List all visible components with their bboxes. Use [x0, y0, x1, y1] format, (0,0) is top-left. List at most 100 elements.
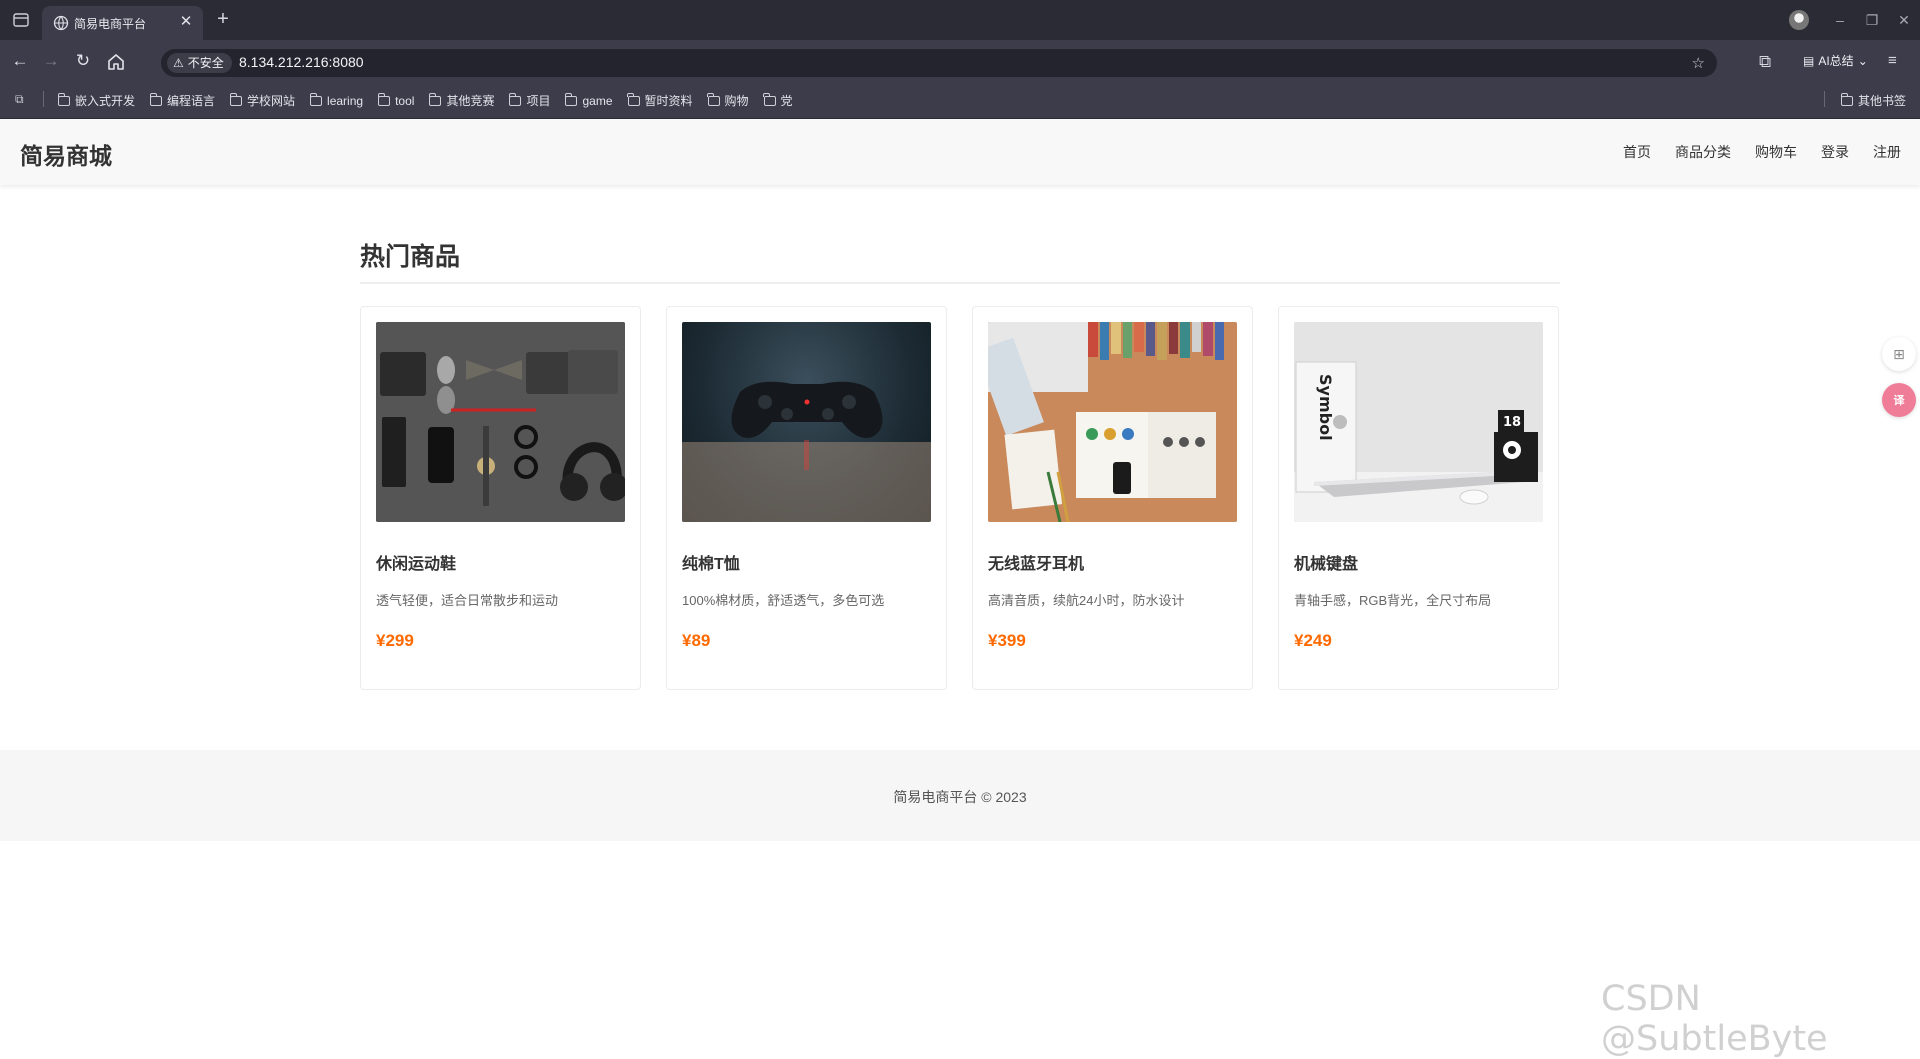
product-description: 高清音质，续航24小时，防水设计	[988, 593, 1185, 608]
bookmark-folder[interactable]: 购物	[707, 92, 749, 109]
nav-categories[interactable]: 商品分类	[1675, 142, 1731, 162]
url-text[interactable]: 8.134.212.216:8080	[239, 54, 364, 70]
bookmark-folder[interactable]: 项目	[509, 92, 550, 109]
bookmarks-divider	[43, 91, 44, 107]
product-image[interactable]	[682, 322, 931, 522]
folder-icon	[229, 93, 243, 106]
grid-add-icon[interactable]: ⊞	[1882, 337, 1916, 371]
bookmark-label: 项目	[526, 94, 551, 108]
site-logo[interactable]: 简易商城	[20, 137, 112, 171]
game-controller-photo	[682, 381, 931, 522]
bookmark-folder[interactable]: tool	[377, 93, 415, 108]
bookmark-folder[interactable]: game	[565, 93, 613, 108]
bookmark-folder[interactable]: 其他竞赛	[429, 92, 494, 109]
other-bookmarks-label: 其他书签	[1857, 94, 1906, 108]
nav-login[interactable]: 登录	[1821, 142, 1849, 162]
close-tab-icon[interactable]: ✕	[177, 13, 195, 31]
reload-icon[interactable]: ↻	[73, 51, 93, 71]
product-card[interactable]: 纯棉T恤 100%棉材质，舒适透气，多色可选 ¥89	[666, 306, 947, 690]
bookmark-folder[interactable]: learing	[309, 93, 364, 108]
bookmark-label: game	[582, 93, 613, 108]
laptop-desk-photo: Symbol 18	[1294, 322, 1543, 522]
address-bar[interactable]: ⚠ 不安全 8.134.212.216:8080 ☆	[161, 49, 1717, 77]
back-icon[interactable]: ←	[10, 51, 30, 71]
bookmark-label: 其他竞赛	[446, 94, 495, 108]
tab-title: 简易电商平台	[74, 17, 147, 31]
product-description: 透气轻便，适合日常散步和运动	[376, 593, 559, 608]
bookmarks-bar: ⧉ 嵌入式开发 编程语言 学校网站 learing tool 其他竞赛 项目 game 暂时资料…	[0, 82, 1920, 119]
bookmark-label: 嵌入式开发	[75, 94, 136, 108]
product-image[interactable]: Symbol 18	[1294, 322, 1543, 522]
folder-icon	[509, 93, 522, 106]
svg-text:18: 18	[1503, 415, 1521, 430]
bookmarks-divider	[1824, 91, 1825, 107]
bookmark-label: 购物	[724, 94, 749, 108]
folder-icon	[149, 93, 163, 106]
folder-icon	[565, 93, 578, 106]
profile-avatar[interactable]	[1789, 10, 1809, 30]
bookmark-folder[interactable]: 编程语言	[149, 92, 216, 109]
accessories-photo	[376, 322, 625, 522]
bookmark-folder[interactable]: 嵌入式开发	[57, 92, 136, 109]
chevron-down-icon: ⌄	[1857, 53, 1868, 68]
tab-actions-icon[interactable]	[12, 11, 30, 29]
bookmark-folder[interactable]: 暂时资料	[627, 92, 693, 109]
product-card[interactable]: 休闲运动鞋 透气轻便，适合日常散步和运动 ¥299	[360, 306, 641, 690]
bookmark-folder[interactable]: 学校网站	[229, 92, 296, 109]
nav-register[interactable]: 注册	[1873, 142, 1901, 162]
svg-text:Symbol: Symbol	[1316, 374, 1335, 441]
folder-icon	[627, 93, 640, 106]
security-indicator[interactable]: ⚠ 不安全	[167, 53, 232, 73]
bookmark-star-icon[interactable]: ☆	[1692, 54, 1705, 72]
tab-strip: 简易电商平台 ✕ + – ❐ ✕	[0, 0, 1920, 40]
site-footer: 简易电商平台 © 2023	[0, 750, 1920, 841]
forward-icon[interactable]: →	[41, 51, 61, 71]
product-name[interactable]: 无线蓝牙耳机	[988, 550, 1084, 574]
ai-summary-label: AI总结	[1818, 54, 1854, 68]
watermark: CSDN @SubtleByte	[1601, 979, 1828, 1059]
security-label: 不安全	[187, 56, 224, 70]
floating-toolbar: ⊞ 译	[1878, 337, 1920, 429]
section-divider	[360, 282, 1560, 284]
folder-icon	[707, 93, 720, 106]
nav-cart[interactable]: 购物车	[1755, 142, 1797, 162]
desk-workspace-photo	[988, 322, 1237, 522]
product-image[interactable]	[376, 322, 625, 522]
other-bookmarks[interactable]: 其他书签	[1840, 82, 1906, 119]
warning-icon: ⚠	[173, 56, 184, 70]
minimize-icon[interactable]: –	[1824, 0, 1856, 40]
browser-menu-icon[interactable]: ≡	[1888, 52, 1897, 69]
bookmark-label: 暂时资料	[644, 94, 693, 108]
bookmark-folder[interactable]: 党	[763, 92, 793, 109]
bookmarks-apps-icon[interactable]: ⧉	[15, 92, 29, 106]
folder-icon	[309, 93, 323, 106]
translate-icon[interactable]: 译	[1882, 383, 1916, 417]
bookmark-label: 编程语言	[167, 94, 216, 108]
product-name[interactable]: 休闲运动鞋	[376, 550, 456, 574]
product-image[interactable]	[988, 322, 1237, 522]
product-description: 100%棉材质，舒适透气，多色可选	[682, 593, 885, 608]
bookmark-label: tool	[395, 93, 415, 108]
page-viewport: 简易商城 首页 商品分类 购物车 登录 注册 热门商品 休闲运动鞋 透气轻便，适…	[0, 119, 1920, 1032]
restore-icon[interactable]: ❐	[1856, 0, 1888, 40]
ai-summary-button[interactable]: ▤ AI总结 ⌄	[1803, 52, 1868, 69]
product-name[interactable]: 纯棉T恤	[682, 550, 740, 574]
footer-copyright: 简易电商平台 © 2023	[893, 789, 1027, 805]
extensions-icon[interactable]: ⧉	[1759, 52, 1771, 72]
folder-icon	[429, 93, 442, 106]
bookmark-label: 学校网站	[247, 94, 296, 108]
folder-icon	[763, 93, 776, 106]
close-window-icon[interactable]: ✕	[1888, 0, 1920, 40]
ai-summary-icon: ▤	[1803, 53, 1815, 68]
product-description: 青轴手感，RGB背光，全尺寸布局	[1294, 593, 1492, 608]
home-icon[interactable]	[106, 52, 126, 72]
folder-icon	[377, 93, 391, 106]
nav-home[interactable]: 首页	[1623, 142, 1651, 162]
new-tab-button[interactable]: +	[212, 8, 234, 30]
product-price: ¥399	[988, 631, 1026, 650]
product-card[interactable]: Symbol 18 机械键盘 青轴手感，RGB背光，全尺寸布局 ¥249	[1278, 306, 1559, 690]
product-name[interactable]: 机械键盘	[1294, 550, 1358, 574]
product-card[interactable]: 无线蓝牙耳机 高清音质，续航24小时，防水设计 ¥399	[972, 306, 1253, 690]
bookmark-label: learing	[327, 93, 364, 108]
tab-active[interactable]: 简易电商平台 ✕	[42, 6, 203, 40]
